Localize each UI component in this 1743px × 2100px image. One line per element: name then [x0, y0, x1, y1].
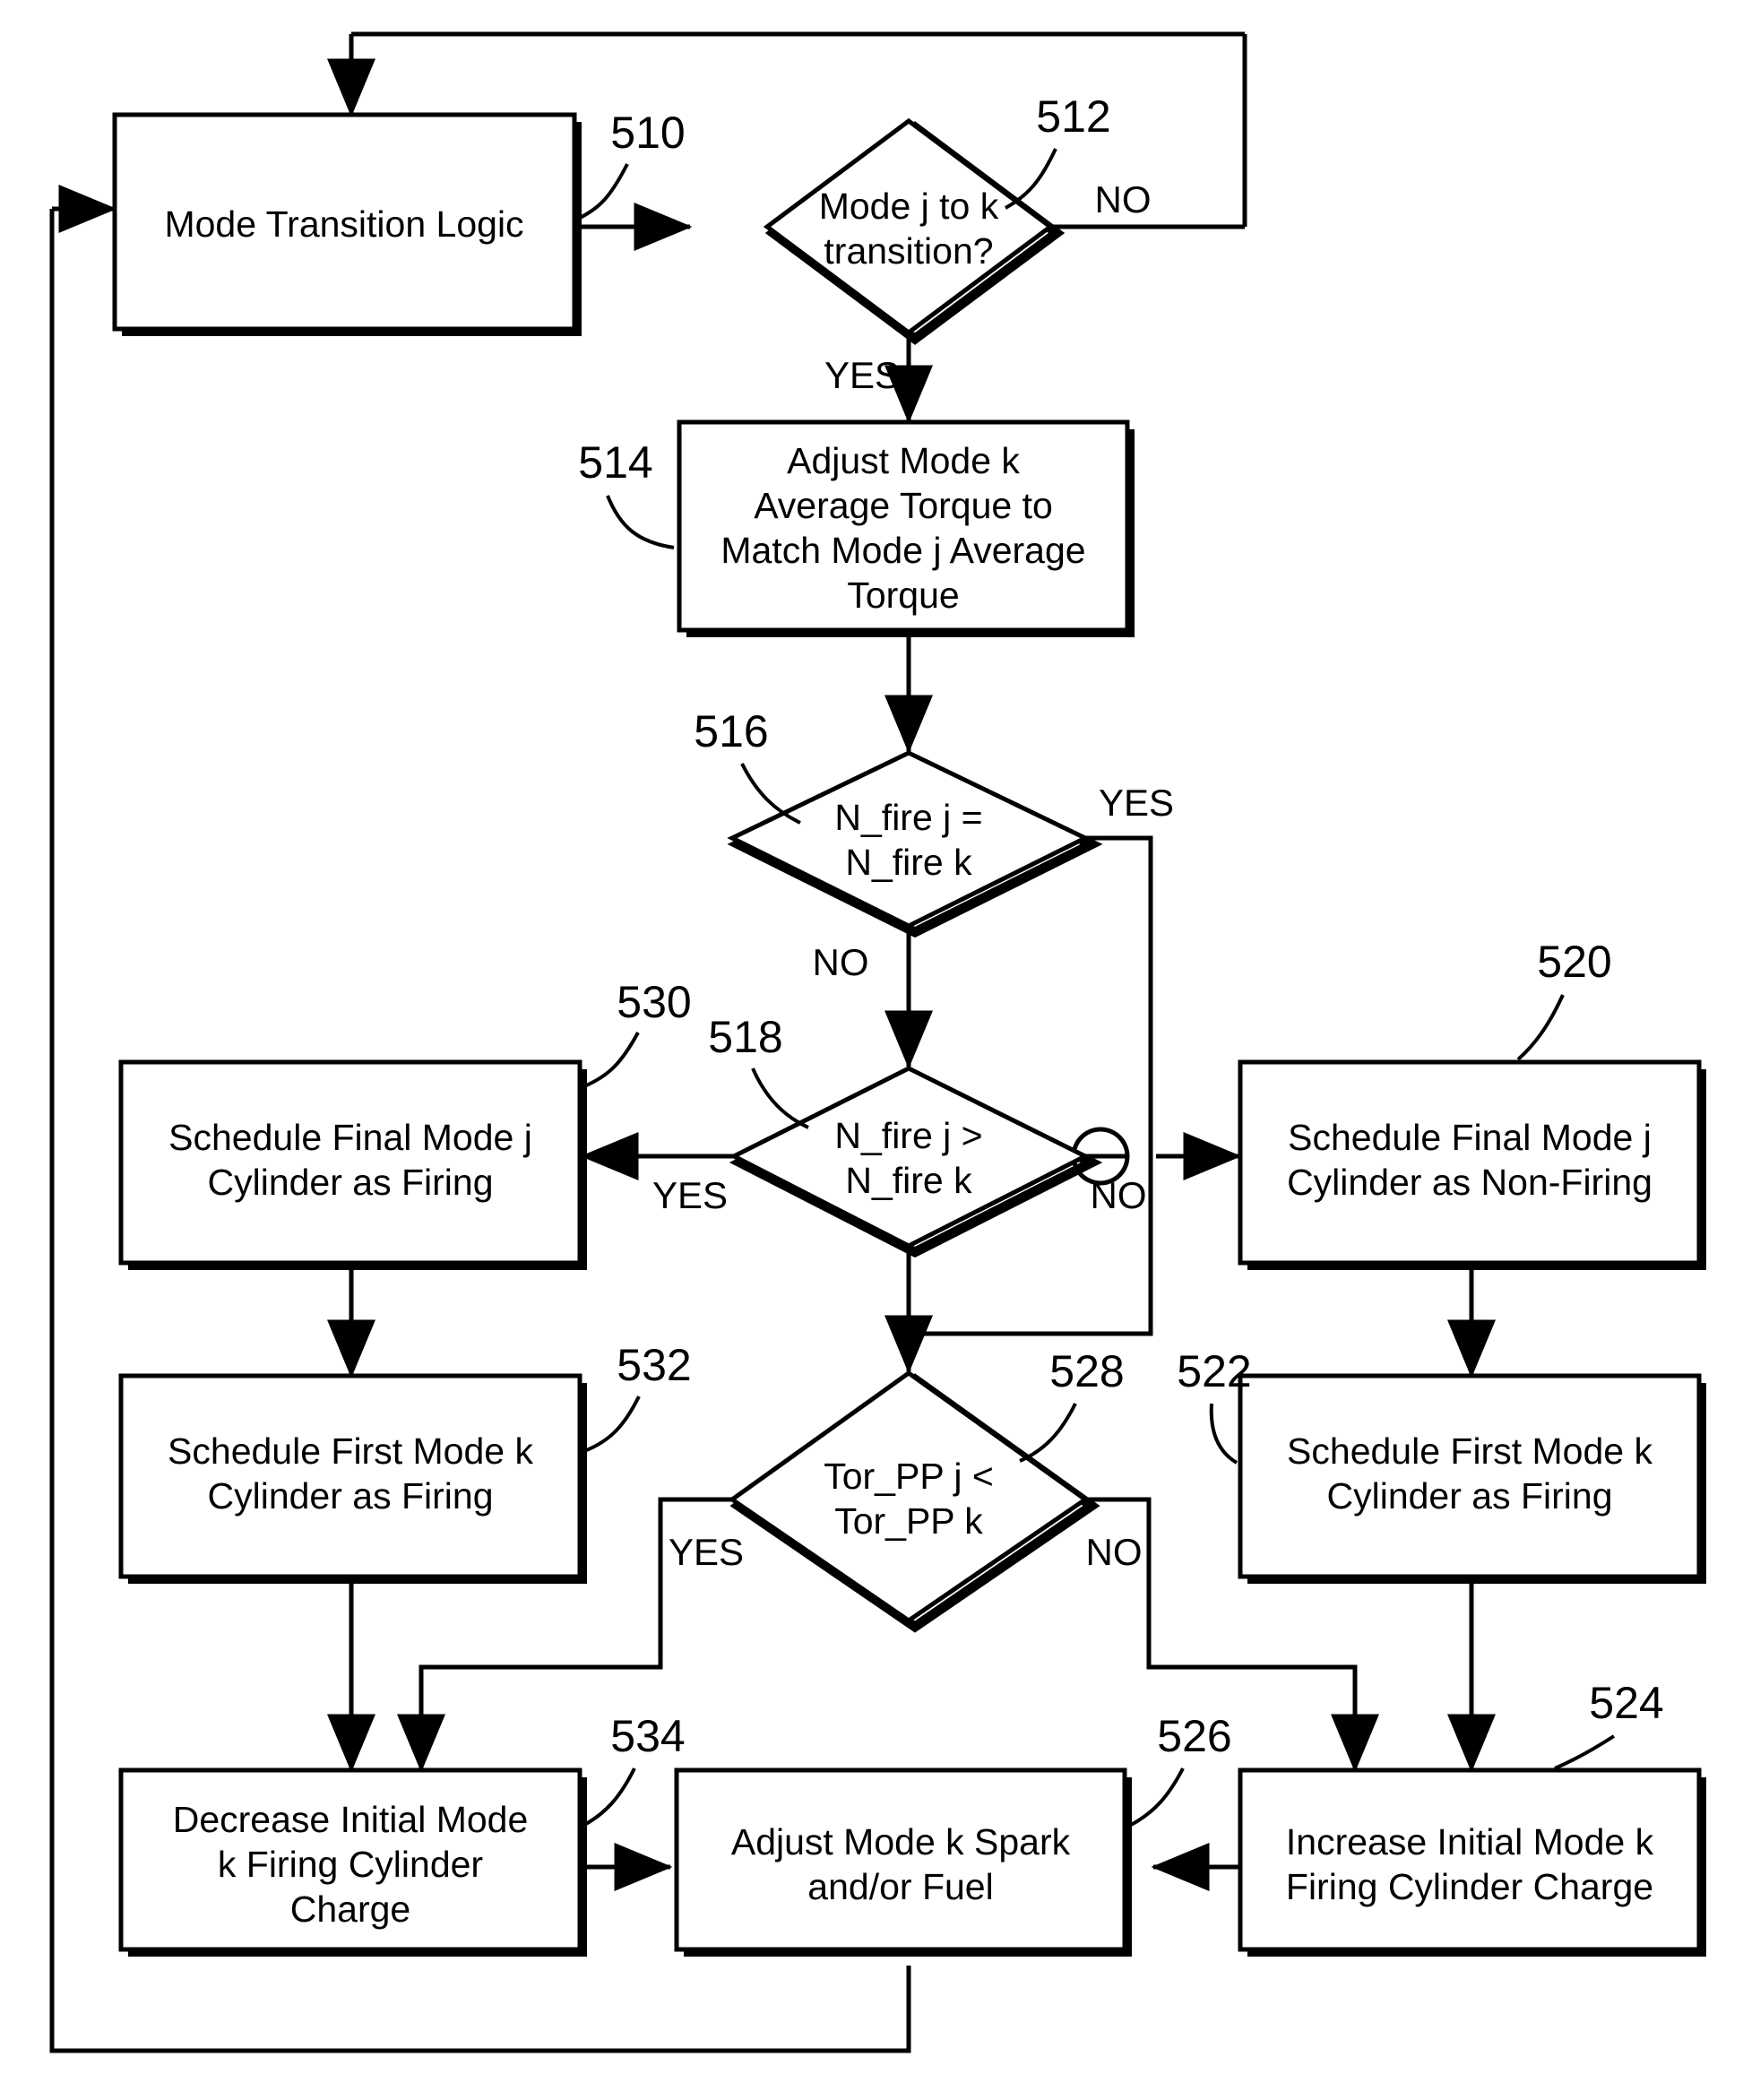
ref-514: 514	[578, 437, 675, 549]
ref-516: 516	[694, 706, 801, 825]
node-514-adjust-mode-k-torque[interactable]: Adjust Mode k Average Torque to Match Mo…	[677, 419, 1135, 637]
svg-text:520: 520	[1537, 937, 1611, 987]
svg-text:514: 514	[578, 437, 652, 488]
branch-516-yes: YES	[1099, 782, 1174, 824]
ref-528: 528	[1019, 1346, 1125, 1463]
node-530-schedule-final-mode-j-firing[interactable]: Schedule Final Mode j Cylinder as Firing	[118, 1059, 587, 1270]
node-524-label-line-1: Increase Initial Mode k	[1286, 1821, 1654, 1862]
leader-526	[1130, 1767, 1185, 1827]
node-522-schedule-first-mode-k-firing-right[interactable]: Schedule First Mode k Cylinder as Firing	[1238, 1373, 1706, 1584]
svg-text:530: 530	[617, 977, 691, 1027]
node-512-mode-transition-decision[interactable]: Mode j to k transition?	[763, 117, 1066, 345]
svg-text:534: 534	[610, 1711, 685, 1761]
node-520-label-line-1: Schedule Final Mode j	[1288, 1117, 1652, 1158]
svg-text:526: 526	[1157, 1711, 1231, 1761]
ref-530: 530	[583, 977, 692, 1088]
node-510-label-line-1: Mode Transition Logic	[164, 203, 523, 245]
node-526-label-line-1: Adjust Mode k Spark	[731, 1821, 1071, 1862]
node-534-label-line-3: Charge	[290, 1888, 410, 1930]
node-520-schedule-final-mode-j-nonfiring[interactable]: Schedule Final Mode j Cylinder as Non-Fi…	[1238, 1059, 1706, 1270]
node-522-label-line-1: Schedule First Mode k	[1287, 1430, 1652, 1472]
node-528-label-line-1: Tor_PP j <	[824, 1456, 994, 1497]
svg-text:516: 516	[694, 706, 768, 756]
leader-510	[577, 163, 629, 220]
svg-text:518: 518	[708, 1012, 782, 1062]
ref-520: 520	[1516, 937, 1612, 1061]
leader-524	[1554, 1734, 1616, 1770]
svg-text:532: 532	[617, 1340, 691, 1390]
svg-text:524: 524	[1589, 1678, 1663, 1728]
branch-516-no: NO	[813, 941, 869, 983]
svg-text:522: 522	[1177, 1346, 1251, 1396]
node-530-label-line-2: Cylinder as Firing	[208, 1162, 494, 1203]
node-528-torpp-decision[interactable]: Tor_PP j < Tor_PP k	[728, 1370, 1100, 1633]
svg-text:512: 512	[1036, 91, 1110, 142]
leader-514	[606, 495, 675, 549]
node-526-label-line-2: and/or Fuel	[807, 1866, 993, 1907]
node-514-label-line-1: Adjust Mode k	[787, 440, 1020, 481]
node-522-label-line-2: Cylinder as Firing	[1327, 1475, 1613, 1517]
leader-522	[1209, 1403, 1238, 1465]
node-514-label-line-2: Average Torque to	[754, 485, 1053, 526]
node-518-label-line-2: N_fire k	[845, 1160, 972, 1201]
node-534-label-line-1: Decrease Initial Mode	[173, 1799, 529, 1840]
node-512-label-line-2: transition?	[824, 230, 993, 272]
leader-530	[583, 1032, 640, 1088]
leader-518	[751, 1067, 809, 1129]
ref-534: 534	[583, 1711, 686, 1827]
branch-518-yes: YES	[652, 1174, 728, 1216]
branch-528-no: NO	[1086, 1531, 1143, 1573]
node-526-adjust-spark-fuel[interactable]: Adjust Mode k Spark and/or Fuel	[674, 1767, 1132, 1957]
node-532-schedule-first-mode-k-firing-left[interactable]: Schedule First Mode k Cylinder as Firing	[118, 1373, 587, 1584]
flowchart-canvas: Mode Transition Logic 510 Mode j to k tr…	[49, 31, 1706, 2053]
node-532-label-line-2: Cylinder as Firing	[208, 1475, 494, 1517]
flowchart-figure: Mode Transition Logic 510 Mode j to k tr…	[0, 0, 1743, 2100]
node-510-mode-transition-logic[interactable]: Mode Transition Logic	[112, 112, 582, 336]
ref-532: 532	[583, 1340, 692, 1453]
ref-518: 518	[708, 1012, 809, 1129]
svg-text:528: 528	[1049, 1346, 1124, 1396]
branch-528-yes: YES	[669, 1531, 744, 1573]
ref-526: 526	[1130, 1711, 1232, 1827]
node-528-label-line-2: Tor_PP k	[834, 1500, 983, 1542]
node-534-label-line-2: k Firing Cylinder	[218, 1844, 483, 1885]
node-512-label-line-1: Mode j to k	[819, 186, 999, 227]
node-524-increase-initial-charge[interactable]: Increase Initial Mode k Firing Cylinder …	[1238, 1767, 1706, 1957]
node-518-label-line-1: N_fire j >	[834, 1115, 982, 1156]
node-516-nfire-equal-decision[interactable]: N_fire j = N_fire k	[727, 750, 1103, 938]
ref-524: 524	[1554, 1678, 1664, 1770]
node-524-label-line-2: Firing Cylinder Charge	[1286, 1866, 1653, 1907]
node-514-label-line-4: Torque	[847, 575, 959, 616]
branch-518-no: NO	[1091, 1174, 1147, 1216]
leader-528	[1019, 1403, 1077, 1463]
svg-text:510: 510	[610, 108, 685, 158]
node-530-label-line-1: Schedule Final Mode j	[168, 1117, 532, 1158]
leader-534	[583, 1767, 636, 1827]
node-518-nfire-greater-decision[interactable]: N_fire j > N_fire k	[729, 1066, 1103, 1258]
leader-520	[1516, 994, 1565, 1061]
node-534-decrease-initial-charge[interactable]: Decrease Initial Mode k Firing Cylinder …	[118, 1767, 587, 1957]
branch-512-no: NO	[1095, 178, 1152, 220]
node-532-label-line-1: Schedule First Mode k	[168, 1430, 533, 1472]
node-520-label-line-2: Cylinder as Non-Firing	[1287, 1162, 1652, 1203]
node-516-label-line-2: N_fire k	[845, 842, 972, 883]
branch-512-yes: YES	[824, 354, 900, 396]
ref-510: 510	[577, 108, 686, 220]
leader-532	[583, 1396, 641, 1453]
node-514-label-line-3: Match Mode j Average	[720, 530, 1085, 571]
node-516-label-line-1: N_fire j =	[834, 797, 982, 838]
